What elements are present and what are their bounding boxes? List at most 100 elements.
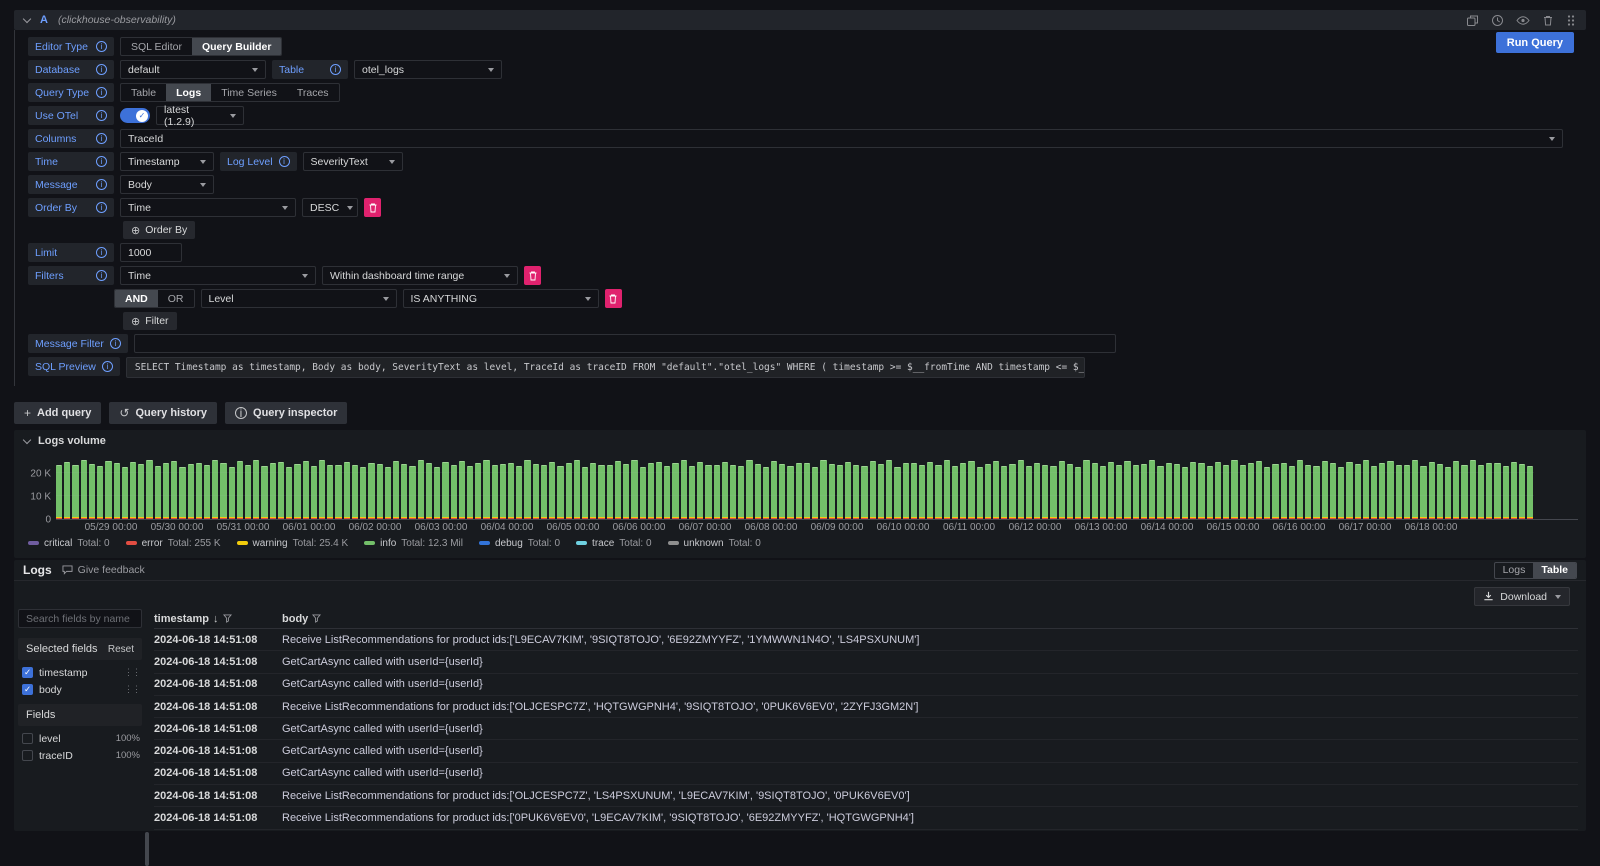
table-row[interactable]: 2024-06-18 14:51:08GetCartAsync called w… — [154, 740, 1578, 762]
give-feedback-link[interactable]: Give feedback — [62, 564, 145, 576]
info-icon[interactable] — [96, 247, 107, 258]
table-row[interactable]: 2024-06-18 14:51:08GetCartAsync called w… — [154, 651, 1578, 673]
bar-series — [56, 456, 1534, 519]
logs-view-toggle-option-table[interactable]: Table — [1533, 563, 1576, 578]
message-filter-input[interactable] — [142, 338, 1108, 350]
legend-item-info[interactable]: infoTotal: 12.3 Mil — [364, 538, 463, 549]
otel-version-select[interactable]: latest (1.2.9) — [156, 106, 244, 125]
legend-item-error[interactable]: errorTotal: 255 K — [126, 538, 221, 549]
order-by-field-select[interactable]: Time — [120, 198, 296, 217]
trash-icon[interactable] — [1542, 14, 1554, 27]
duplicate-icon[interactable] — [1466, 14, 1479, 27]
legend-label: trace — [592, 538, 614, 549]
message-column-select[interactable]: Body — [120, 175, 214, 194]
info-icon[interactable] — [110, 338, 121, 349]
volume-bar — [590, 463, 596, 519]
use-otel-toggle[interactable]: ✓ — [120, 108, 150, 123]
add-query-button[interactable]: + Add query — [14, 402, 101, 424]
query-type-row: Query Type TableLogsTime SeriesTraces — [28, 83, 1586, 102]
info-icon[interactable] — [96, 202, 107, 213]
query-row-header[interactable]: A (clickhouse-observability) — [14, 10, 1586, 30]
info-icon[interactable] — [96, 87, 107, 98]
collapse-chevron-icon[interactable] — [23, 14, 31, 22]
filter-bool-toggle-option-and[interactable]: AND — [115, 290, 158, 307]
collapse-chevron-icon[interactable] — [23, 435, 31, 443]
run-query-button[interactable]: Run Query — [1496, 32, 1574, 53]
legend-item-warning[interactable]: warningTotal: 25.4 K — [237, 538, 349, 549]
drag-handle-icon[interactable]: ⋮⋮ — [124, 667, 140, 678]
field-checkbox[interactable] — [22, 750, 33, 761]
table-row[interactable]: 2024-06-18 14:51:08Receive ListRecommend… — [154, 629, 1578, 651]
remove-order-by-button[interactable] — [364, 198, 381, 217]
query-type-toggle-option-logs[interactable]: Logs — [166, 84, 211, 101]
table-row[interactable]: 2024-06-18 14:51:08Receive ListRecommend… — [154, 785, 1578, 807]
filter2-field-select[interactable]: Level — [201, 289, 397, 308]
database-select[interactable]: default — [120, 60, 266, 79]
volume-bar — [812, 467, 818, 519]
time-column-value: Timestamp — [128, 156, 180, 168]
order-by-direction-select[interactable]: DESC — [302, 198, 358, 217]
info-icon[interactable] — [102, 361, 113, 372]
info-icon[interactable] — [279, 156, 290, 167]
info-icon[interactable] — [96, 110, 107, 121]
table-row[interactable]: 2024-06-18 14:51:08Receive ListRecommend… — [154, 696, 1578, 718]
history-icon[interactable] — [1491, 14, 1504, 27]
add-order-by-button[interactable]: ⊕ Order By — [123, 221, 195, 239]
legend-item-critical[interactable]: criticalTotal: 0 — [28, 538, 110, 549]
info-icon[interactable] — [96, 156, 107, 167]
drag-handle-icon[interactable]: ⋮⋮ — [124, 684, 140, 695]
query-history-button[interactable]: ↺ Query history — [109, 402, 217, 424]
volume-bar — [1166, 463, 1172, 519]
info-icon[interactable] — [96, 270, 107, 281]
columns-multiselect[interactable]: TraceId — [120, 129, 1563, 148]
legend-item-debug[interactable]: debugTotal: 0 — [479, 538, 560, 549]
eye-icon[interactable] — [1516, 14, 1530, 27]
query-type-toggle-option-time-series[interactable]: Time Series — [211, 84, 287, 101]
filter-funnel-icon — [223, 614, 232, 623]
filter1-operator-select[interactable]: Within dashboard time range — [322, 266, 518, 285]
editor-type-toggle-option-sql-editor[interactable]: SQL Editor — [121, 38, 192, 55]
download-button[interactable]: Download — [1474, 587, 1570, 606]
time-column-select[interactable]: Timestamp — [120, 152, 214, 171]
query-inspector-button[interactable]: Query inspector — [225, 402, 347, 424]
info-icon[interactable] — [96, 133, 107, 144]
field-checkbox[interactable]: ✓ — [22, 667, 33, 678]
table-row[interactable]: 2024-06-18 14:51:08GetCartAsync called w… — [154, 763, 1578, 785]
table-select[interactable]: otel_logs — [354, 60, 502, 79]
table-row[interactable]: 2024-06-18 14:51:08GetCartAsync called w… — [154, 674, 1578, 696]
body-column-header[interactable]: body — [276, 613, 1578, 625]
sort-desc-icon[interactable]: ↓ — [213, 613, 219, 625]
info-icon[interactable] — [330, 64, 341, 75]
info-icon[interactable] — [96, 179, 107, 190]
query-type-toggle-option-table[interactable]: Table — [121, 84, 166, 101]
info-icon[interactable] — [96, 41, 107, 52]
add-filter-button[interactable]: ⊕ Filter — [123, 312, 177, 330]
logs-volume-header[interactable]: Logs volume — [14, 430, 1586, 452]
search-fields-input[interactable] — [26, 613, 134, 625]
logs-view-toggle-option-logs[interactable]: Logs — [1495, 563, 1534, 578]
filter1-field-select[interactable]: Time — [120, 266, 316, 285]
query-type-toggle-option-traces[interactable]: Traces — [287, 84, 339, 101]
filter2-operator-select[interactable]: IS ANYTHING — [403, 289, 599, 308]
limit-input[interactable] — [128, 247, 174, 259]
field-checkbox[interactable]: ✓ — [22, 684, 33, 695]
reset-fields-button[interactable]: Reset — [108, 644, 134, 655]
volume-bar — [1215, 462, 1221, 519]
legend-item-unknown[interactable]: unknownTotal: 0 — [668, 538, 761, 549]
table-row[interactable]: 2024-06-18 14:51:08GetCartAsync called w… — [154, 718, 1578, 740]
table-row[interactable]: 2024-06-18 14:51:08Receive ListRecommend… — [154, 807, 1578, 829]
legend-item-trace[interactable]: traceTotal: 0 — [576, 538, 651, 549]
info-icon[interactable] — [96, 64, 107, 75]
editor-type-toggle-option-query-builder[interactable]: Query Builder — [192, 38, 281, 55]
x-axis-tick: 05/31 00:00 — [217, 522, 270, 533]
remove-filter2-button[interactable] — [605, 289, 622, 308]
legend-label: info — [380, 538, 396, 549]
timestamp-column-header[interactable]: timestamp ↓ — [154, 613, 276, 625]
drag-handle-icon[interactable] — [1566, 14, 1576, 27]
filter-bool-toggle-option-or[interactable]: OR — [158, 290, 194, 307]
log-level-select[interactable]: SeverityText — [303, 152, 403, 171]
sidebar-scrollbar[interactable] — [145, 832, 149, 866]
field-checkbox[interactable] — [22, 733, 33, 744]
remove-filter1-button[interactable] — [524, 266, 541, 285]
fields-section: Fields — [18, 704, 142, 726]
